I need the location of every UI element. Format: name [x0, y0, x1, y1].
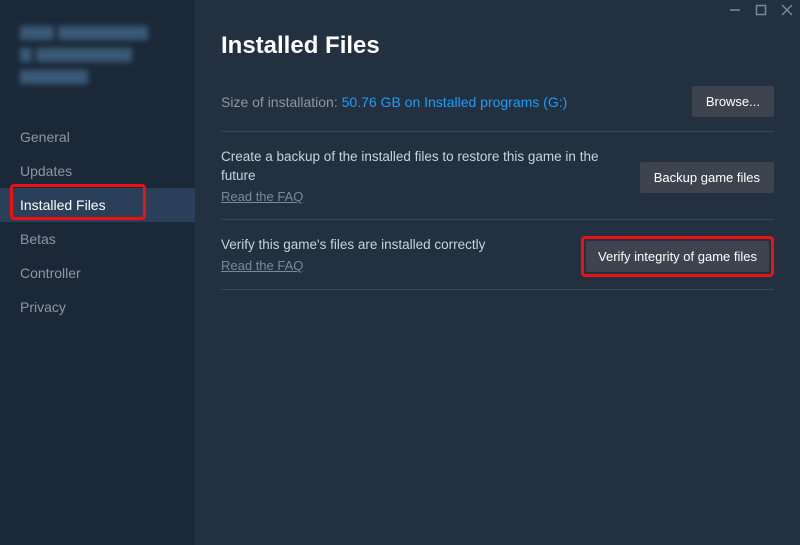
nav-item-controller[interactable]: Controller	[20, 256, 195, 290]
verify-faq-link[interactable]: Read the FAQ	[221, 257, 303, 275]
nav-item-betas[interactable]: Betas	[20, 222, 195, 256]
content: Installed Files Size of installation: 50…	[195, 0, 800, 290]
nav-list: General Updates Installed Files Betas Co…	[20, 120, 195, 324]
install-size-value[interactable]: 50.76 GB on Installed programs (G:)	[342, 94, 568, 110]
nav-item-privacy[interactable]: Privacy	[20, 290, 195, 324]
install-size-label: Size of installation:	[221, 94, 342, 110]
nav-item-label: Installed Files	[20, 197, 106, 213]
nav-item-updates[interactable]: Updates	[20, 154, 195, 188]
install-size-row: Size of installation: 50.76 GB on Instal…	[221, 86, 774, 132]
backup-section: Create a backup of the installed files t…	[221, 132, 774, 220]
main-panel: Installed Files Size of installation: 50…	[195, 0, 800, 545]
nav-item-general[interactable]: General	[20, 120, 195, 154]
verify-section: Verify this game's files are installed c…	[221, 220, 774, 290]
install-size-text: Size of installation: 50.76 GB on Instal…	[221, 94, 567, 110]
nav-item-installed-files[interactable]: Installed Files	[0, 188, 195, 222]
verify-description: Verify this game's files are installed c…	[221, 236, 561, 255]
game-title-redacted	[20, 26, 195, 84]
annotation-highlight: Verify integrity of game files	[581, 236, 774, 277]
titlebar	[728, 3, 794, 17]
minimize-icon[interactable]	[728, 3, 742, 17]
backup-text-block: Create a backup of the installed files t…	[221, 148, 620, 207]
verify-text-block: Verify this game's files are installed c…	[221, 236, 561, 276]
sidebar: General Updates Installed Files Betas Co…	[0, 0, 195, 545]
verify-button[interactable]: Verify integrity of game files	[586, 241, 769, 272]
browse-button[interactable]: Browse...	[692, 86, 774, 117]
close-icon[interactable]	[780, 3, 794, 17]
backup-button[interactable]: Backup game files	[640, 162, 774, 193]
backup-faq-link[interactable]: Read the FAQ	[221, 188, 303, 206]
backup-description: Create a backup of the installed files t…	[221, 148, 620, 186]
maximize-icon[interactable]	[754, 3, 768, 17]
page-title: Installed Files	[221, 32, 774, 60]
